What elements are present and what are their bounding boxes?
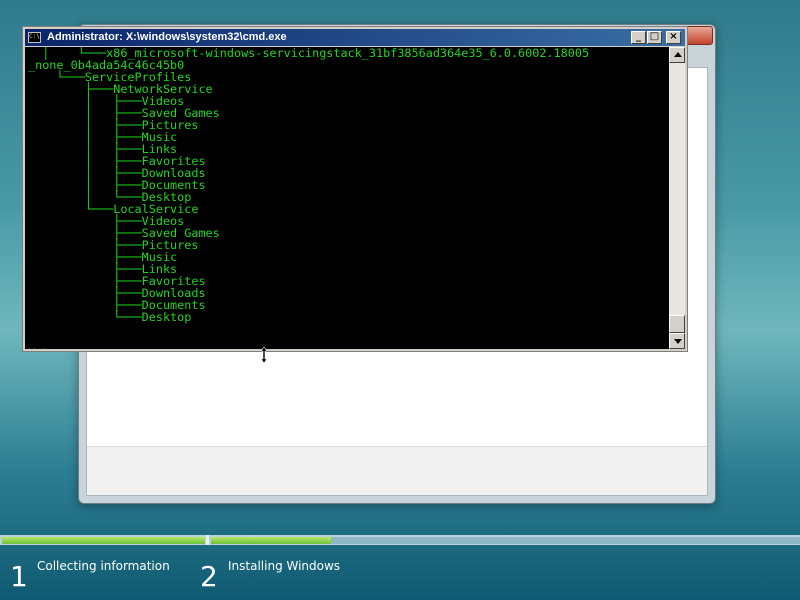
console-prompt: X:\> <box>28 346 56 349</box>
step-1-label: Collecting information <box>37 559 170 573</box>
progress-step-1-fill <box>2 537 205 544</box>
maximize-button[interactable]: □ <box>647 31 662 44</box>
progress-step-2-fill <box>211 537 331 544</box>
scroll-down-button[interactable] <box>669 333 685 349</box>
resize-cursor-icon <box>261 347 267 363</box>
setup-progress-bar <box>0 535 800 545</box>
console-output-area[interactable]: │ └───x86_microsoft-windows-servicingsta… <box>25 47 669 349</box>
cmd-titlebar[interactable]: C:\ Administrator: X:\windows\system32\c… <box>25 29 685 46</box>
console-line: └───Desktop <box>113 310 192 324</box>
step-2-number: 2 <box>200 560 218 593</box>
progress-step-2-remaining <box>331 537 800 544</box>
up-arrow-icon <box>674 52 682 57</box>
close-button[interactable]: × <box>666 31 681 44</box>
down-arrow-icon <box>674 339 682 344</box>
step-1-number: 1 <box>10 560 28 593</box>
scroll-thumb[interactable] <box>669 315 685 333</box>
cmd-app-icon[interactable]: C:\ <box>28 32 41 43</box>
setup-footer <box>87 446 707 495</box>
vertical-scrollbar[interactable] <box>669 47 685 349</box>
step-2-label: Installing Windows <box>228 559 341 573</box>
cmd-window[interactable]: C:\ Administrator: X:\windows\system32\c… <box>22 26 688 352</box>
minimize-button[interactable]: _ <box>631 31 646 44</box>
progress-divider <box>206 535 209 545</box>
cmd-window-title: Administrator: X:\windows\system32\cmd.e… <box>47 31 287 43</box>
scroll-up-button[interactable] <box>669 47 685 63</box>
console-text: │ └───x86_microsoft-windows-servicingsta… <box>25 47 669 349</box>
